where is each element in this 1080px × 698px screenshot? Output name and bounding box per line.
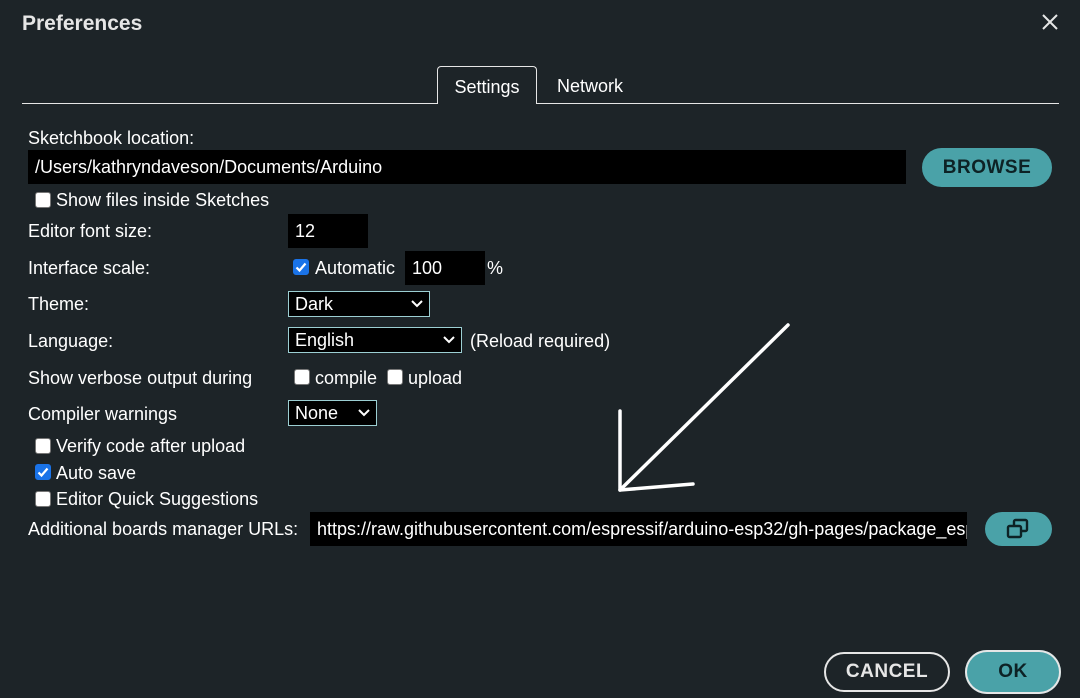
boards-urls-label: Additional boards manager URLs: [28, 519, 299, 539]
tab-divider [22, 103, 1059, 104]
show-files-label: Show files inside Sketches [56, 190, 270, 210]
interface-scale-label: Interface scale: [28, 258, 151, 278]
language-label: Language: [28, 331, 114, 351]
automatic-scale-checkbox[interactable] [293, 259, 309, 275]
quick-suggestions-label: Editor Quick Suggestions [56, 489, 259, 509]
ok-button[interactable]: OK [965, 650, 1061, 694]
auto-save-label: Auto save [56, 463, 137, 483]
sketchbook-path-input[interactable]: /Users/kathryndaveson/Documents/Arduino [28, 150, 906, 184]
close-icon[interactable] [1038, 10, 1062, 34]
dialog-title: Preferences [22, 12, 143, 35]
tab-network[interactable]: Network [557, 66, 623, 104]
compiler-warnings-label: Compiler warnings [28, 404, 178, 424]
verbose-compile-checkbox[interactable] [294, 369, 310, 385]
verbose-label: Show verbose output during [28, 368, 253, 388]
reload-required-note: (Reload required) [470, 331, 611, 351]
verbose-upload-label: upload [408, 368, 463, 388]
compiler-warnings-selected-value: None [295, 403, 339, 423]
verify-upload-checkbox[interactable] [35, 438, 51, 454]
theme-selected-value: Dark [295, 294, 334, 314]
language-select[interactable]: English [288, 327, 462, 353]
annotation-arrow-icon [618, 323, 790, 492]
verify-upload-label: Verify code after upload [56, 436, 246, 456]
check-icon [37, 467, 49, 478]
automatic-scale-label: Automatic [315, 258, 396, 278]
compiler-warnings-select[interactable]: None [288, 400, 377, 426]
language-selected-value: English [295, 330, 355, 350]
browse-button[interactable]: BROWSE [922, 148, 1052, 187]
edit-urls-button[interactable] [985, 512, 1052, 546]
sketchbook-label: Sketchbook location: [28, 128, 195, 148]
tab-settings[interactable]: Settings [437, 66, 537, 104]
auto-save-checkbox[interactable] [35, 464, 51, 480]
chevron-down-icon [443, 336, 455, 344]
theme-label: Theme: [28, 294, 90, 314]
font-size-label: Editor font size: [28, 221, 153, 241]
chevron-down-icon [411, 300, 423, 308]
scale-input[interactable]: 100 [405, 251, 485, 285]
check-icon [295, 262, 307, 273]
verbose-upload-checkbox[interactable] [387, 369, 403, 385]
show-files-checkbox[interactable] [35, 192, 51, 208]
cancel-button[interactable]: CANCEL [824, 652, 950, 692]
open-window-icon [1006, 518, 1029, 539]
theme-select[interactable]: Dark [288, 291, 430, 317]
quick-suggestions-checkbox[interactable] [35, 491, 51, 507]
chevron-down-icon [358, 409, 370, 417]
scale-unit: % [487, 258, 504, 278]
verbose-compile-label: compile [315, 368, 378, 388]
font-size-input[interactable]: 12 [288, 214, 368, 248]
boards-urls-input[interactable]: https://raw.githubusercontent.com/espres… [310, 512, 967, 546]
